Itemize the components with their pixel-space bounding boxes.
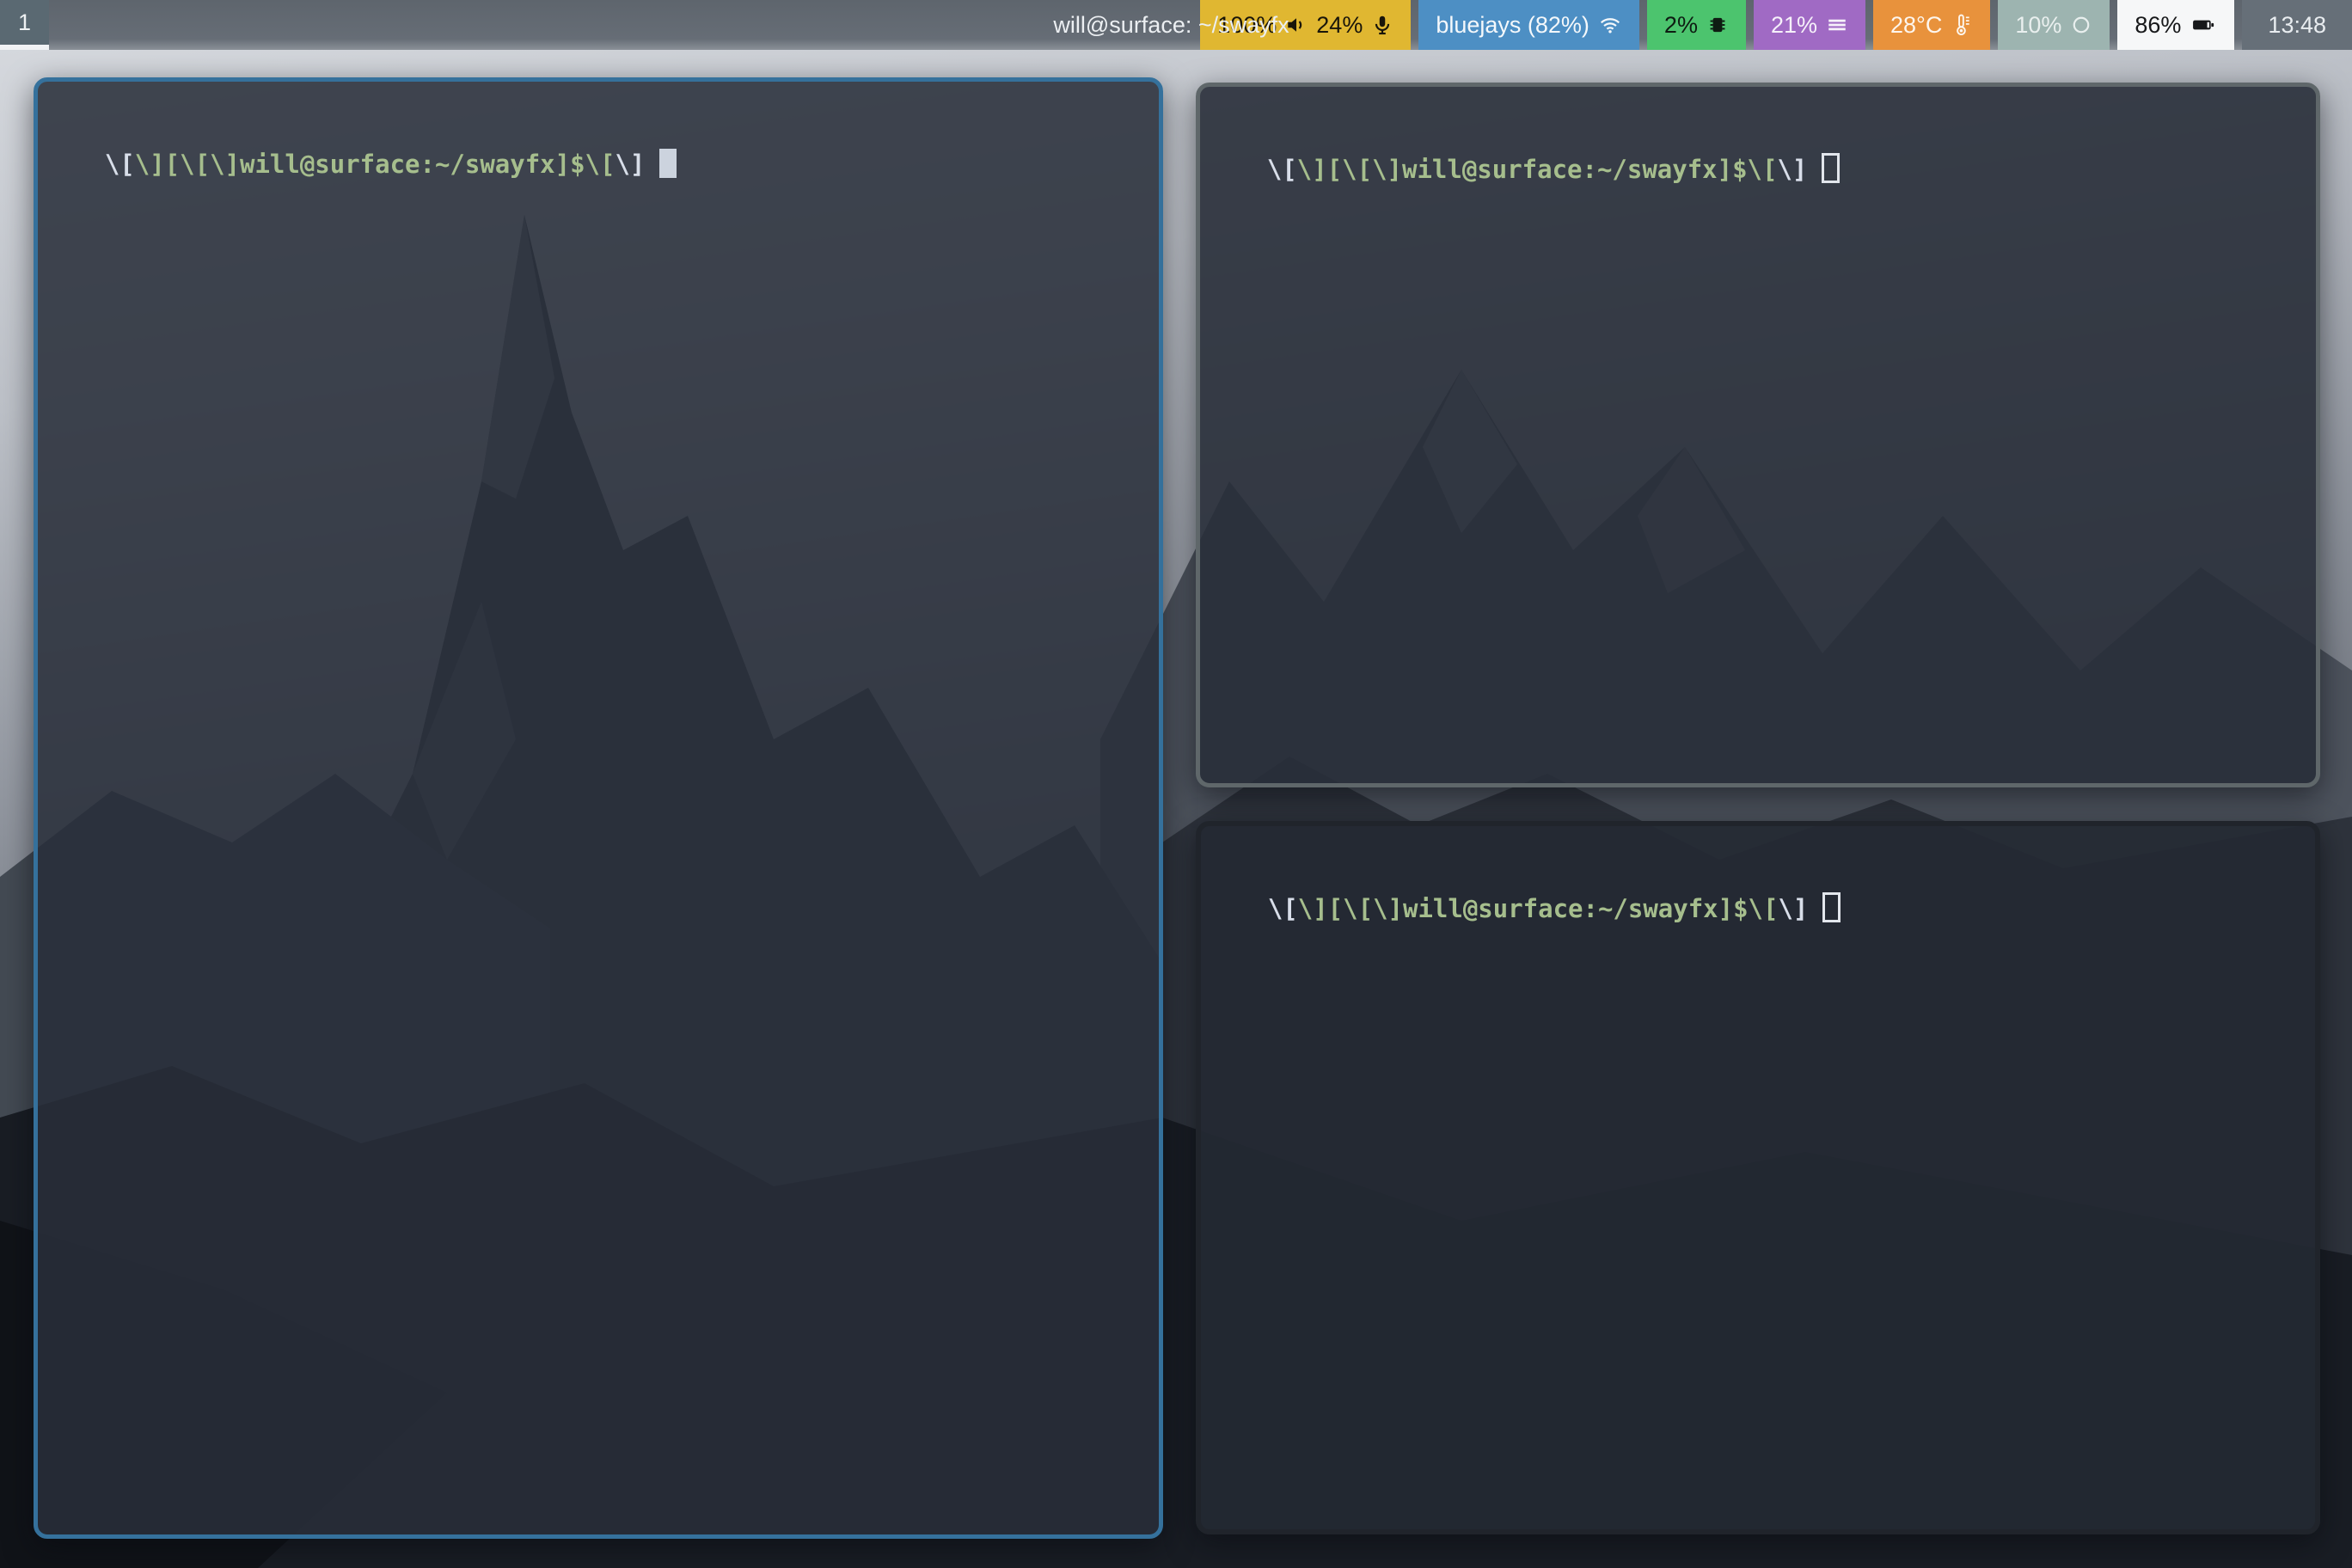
sway-desktop: { "bar": { "workspace": "1", "title": "w… xyxy=(0,0,2352,1568)
status-bar: 1 will@surface: ~/swayfx 100% 24% blueja… xyxy=(0,0,2352,50)
thermometer-icon xyxy=(1951,12,1973,38)
prompt-segment: \[ xyxy=(1268,894,1298,923)
mic-value: 24% xyxy=(1316,12,1363,39)
clock-module[interactable]: 13:48 xyxy=(2242,0,2352,50)
shell-prompt: \[\][\[\]will@surface:~/swayfx]$\[\] xyxy=(38,82,1159,216)
bar-modules: 100% 24% bluejays (82%) 2% xyxy=(1192,0,2352,50)
terminal-cursor-hollow xyxy=(1822,153,1840,183)
shell-prompt: \[\][\[\]will@surface:~/swayfx]$\[\] xyxy=(1200,87,2316,221)
workspace-label: 1 xyxy=(18,9,31,36)
memory-value: 21% xyxy=(1771,12,1817,39)
temperature-module[interactable]: 28°C xyxy=(1873,0,1990,50)
prompt-segment: \[ xyxy=(105,150,135,179)
battery-value: 86% xyxy=(2135,12,2181,39)
prompt-segment: \] xyxy=(1777,155,1807,184)
network-label: bluejays (82%) xyxy=(1436,12,1589,39)
terminal-window-bottom-right[interactable]: \[\][\[\]will@surface:~/swayfx]$\[\] xyxy=(1196,821,2320,1534)
clock-value: 13:48 xyxy=(2268,12,2326,39)
terminal-cursor-block xyxy=(659,149,677,178)
memory-module[interactable]: 21% xyxy=(1754,0,1865,50)
prompt-segment: \][\[\]will@surface:~/swayfx]$\[ xyxy=(135,150,616,179)
ram-lines-icon xyxy=(1826,14,1848,36)
prompt-segment: \] xyxy=(615,150,645,179)
network-module[interactable]: bluejays (82%) xyxy=(1418,0,1639,50)
chip-icon xyxy=(1706,14,1729,36)
prompt-segment: \[ xyxy=(1267,155,1297,184)
wifi-icon xyxy=(1598,14,1622,36)
cpu-module[interactable]: 2% xyxy=(1647,0,1746,50)
cpu-value: 2% xyxy=(1664,12,1698,39)
terminal-window-left[interactable]: \[\][\[\]will@surface:~/swayfx]$\[\] xyxy=(34,77,1163,1539)
workspace-button-1[interactable]: 1 xyxy=(0,0,49,50)
prompt-segment: \] xyxy=(1778,894,1808,923)
circle-icon xyxy=(2070,14,2092,36)
temperature-value: 28°C xyxy=(1890,12,1942,39)
terminal-window-top-right[interactable]: \[\][\[\]will@surface:~/swayfx]$\[\] xyxy=(1196,83,2320,787)
terminal-cursor-hollow xyxy=(1822,892,1841,922)
prompt-segment: \][\[\]will@surface:~/swayfx]$\[ xyxy=(1297,155,1778,184)
battery-module[interactable]: 86% xyxy=(2117,0,2234,50)
focused-window-title: will@surface: ~/swayfx xyxy=(1053,0,1289,50)
prompt-segment: \][\[\]will@surface:~/swayfx]$\[ xyxy=(1298,894,1779,923)
battery-icon xyxy=(2190,14,2217,36)
shell-prompt: \[\][\[\]will@surface:~/swayfx]$\[\] xyxy=(1201,826,2315,960)
brightness-value: 10% xyxy=(2015,12,2061,39)
microphone-icon xyxy=(1371,14,1393,36)
brightness-module[interactable]: 10% xyxy=(1998,0,2110,50)
